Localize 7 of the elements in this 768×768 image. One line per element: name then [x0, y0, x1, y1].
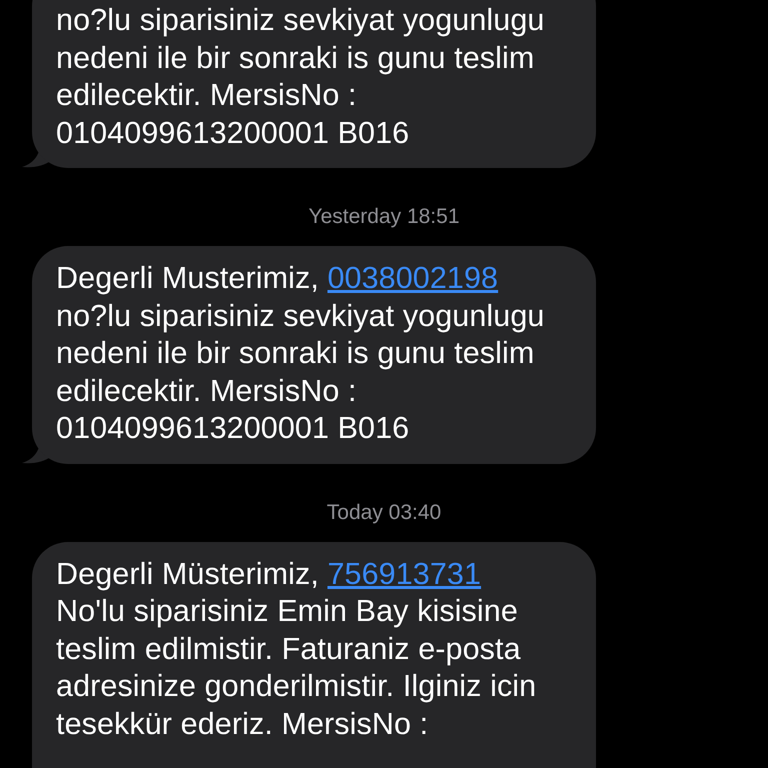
message-text: Degerli Müsterimiz, 756913731 No'lu siparisiniz Emin Bay kisisine teslim edilmistir. Faturaniz e-posta adresinize gonderilmistir. Ilginiz icin tesekkür ederiz. MersisNo :: [56, 556, 538, 742]
timestamp: Yesterday 18:51: [308, 205, 460, 228]
message-text: no?lu siparisiniz sevkiyat yogunlugu nedeni ile bir sonraki is gunu teslim edilecektir. MersisNo : 0104099613200001 B016: [56, 2, 546, 152]
timestamp: Today 03:40: [326, 500, 442, 524]
message-text: Degerli Musterimiz, 0038002198 no?lu siparisiniz sevkiyat yogunlugu nedeni ile bir sonraki is gunu teslim edilecektir. MersisNo : 0104099613200001 B016: [56, 260, 546, 447]
order-number-link[interactable]: 0038002198: [327, 261, 498, 295]
order-number-link[interactable]: 756913731: [327, 556, 482, 590]
